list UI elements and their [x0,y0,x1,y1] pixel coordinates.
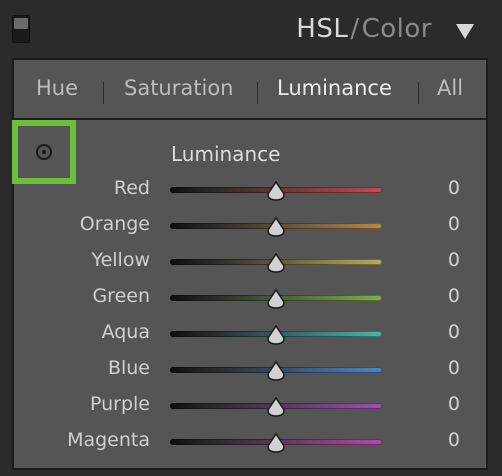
slider-label: Red [113,177,150,199]
slider-label: Blue [107,357,150,379]
slider-value[interactable]: 0 [448,177,460,199]
slider-row-purple: Purple 0 [14,388,486,424]
slider-value[interactable]: 0 [448,213,460,235]
slider-row-yellow: Yellow 0 [14,244,486,280]
panel-toggle-switch[interactable] [12,15,30,43]
tab-saturation[interactable]: Saturation [124,76,233,100]
slider-row-blue: Blue 0 [14,352,486,388]
slider-thumb-aqua[interactable] [265,324,287,346]
slider-row-aqua: Aqua 0 [14,316,486,352]
slider-label: Purple [89,393,150,415]
tab-divider [257,82,258,104]
slider-row-red: Red 0 [14,172,486,208]
slider-thumb-yellow[interactable] [265,252,287,274]
slider-label: Yellow [91,249,151,271]
slider-row-green: Green 0 [14,280,486,316]
collapse-triangle-icon[interactable] [456,24,474,39]
title-color[interactable]: Color [362,14,432,44]
slider-value[interactable]: 0 [448,321,460,343]
slider-thumb-red[interactable] [265,180,287,202]
slider-label: Orange [79,213,150,235]
slider-row-magenta: Magenta 0 [14,424,486,460]
tab-divider [103,82,104,104]
tab-divider [418,82,419,104]
toggle-knob [14,18,28,29]
slider-thumb-orange[interactable] [265,216,287,238]
slider-thumb-purple[interactable] [265,396,287,418]
slider-thumb-green[interactable] [265,288,287,310]
slider-thumb-magenta[interactable] [265,432,287,454]
slider-value[interactable]: 0 [448,249,460,271]
tab-bar: Hue Saturation Luminance All [14,60,486,120]
slider-value[interactable]: 0 [448,393,460,415]
panel-header: HSL/Color [0,0,502,60]
target-adjustment-icon[interactable] [36,144,52,160]
tab-hue[interactable]: Hue [36,76,78,100]
slider-label: Magenta [67,429,150,451]
panel-title[interactable]: HSL/Color [296,14,432,44]
section-title: Luminance [171,142,281,166]
slider-value[interactable]: 0 [448,285,460,307]
title-separator: / [350,14,360,44]
tab-luminance[interactable]: Luminance [277,76,392,100]
title-hsl[interactable]: HSL [296,14,348,44]
hsl-panel: Hue Saturation Luminance All Luminance R… [12,58,488,470]
slider-value[interactable]: 0 [448,429,460,451]
slider-row-orange: Orange 0 [14,208,486,244]
tab-all[interactable]: All [437,76,463,100]
slider-value[interactable]: 0 [448,357,460,379]
slider-label: Green [92,285,150,307]
target-dot [42,150,46,154]
slider-thumb-blue[interactable] [265,360,287,382]
slider-label: Aqua [101,321,150,343]
